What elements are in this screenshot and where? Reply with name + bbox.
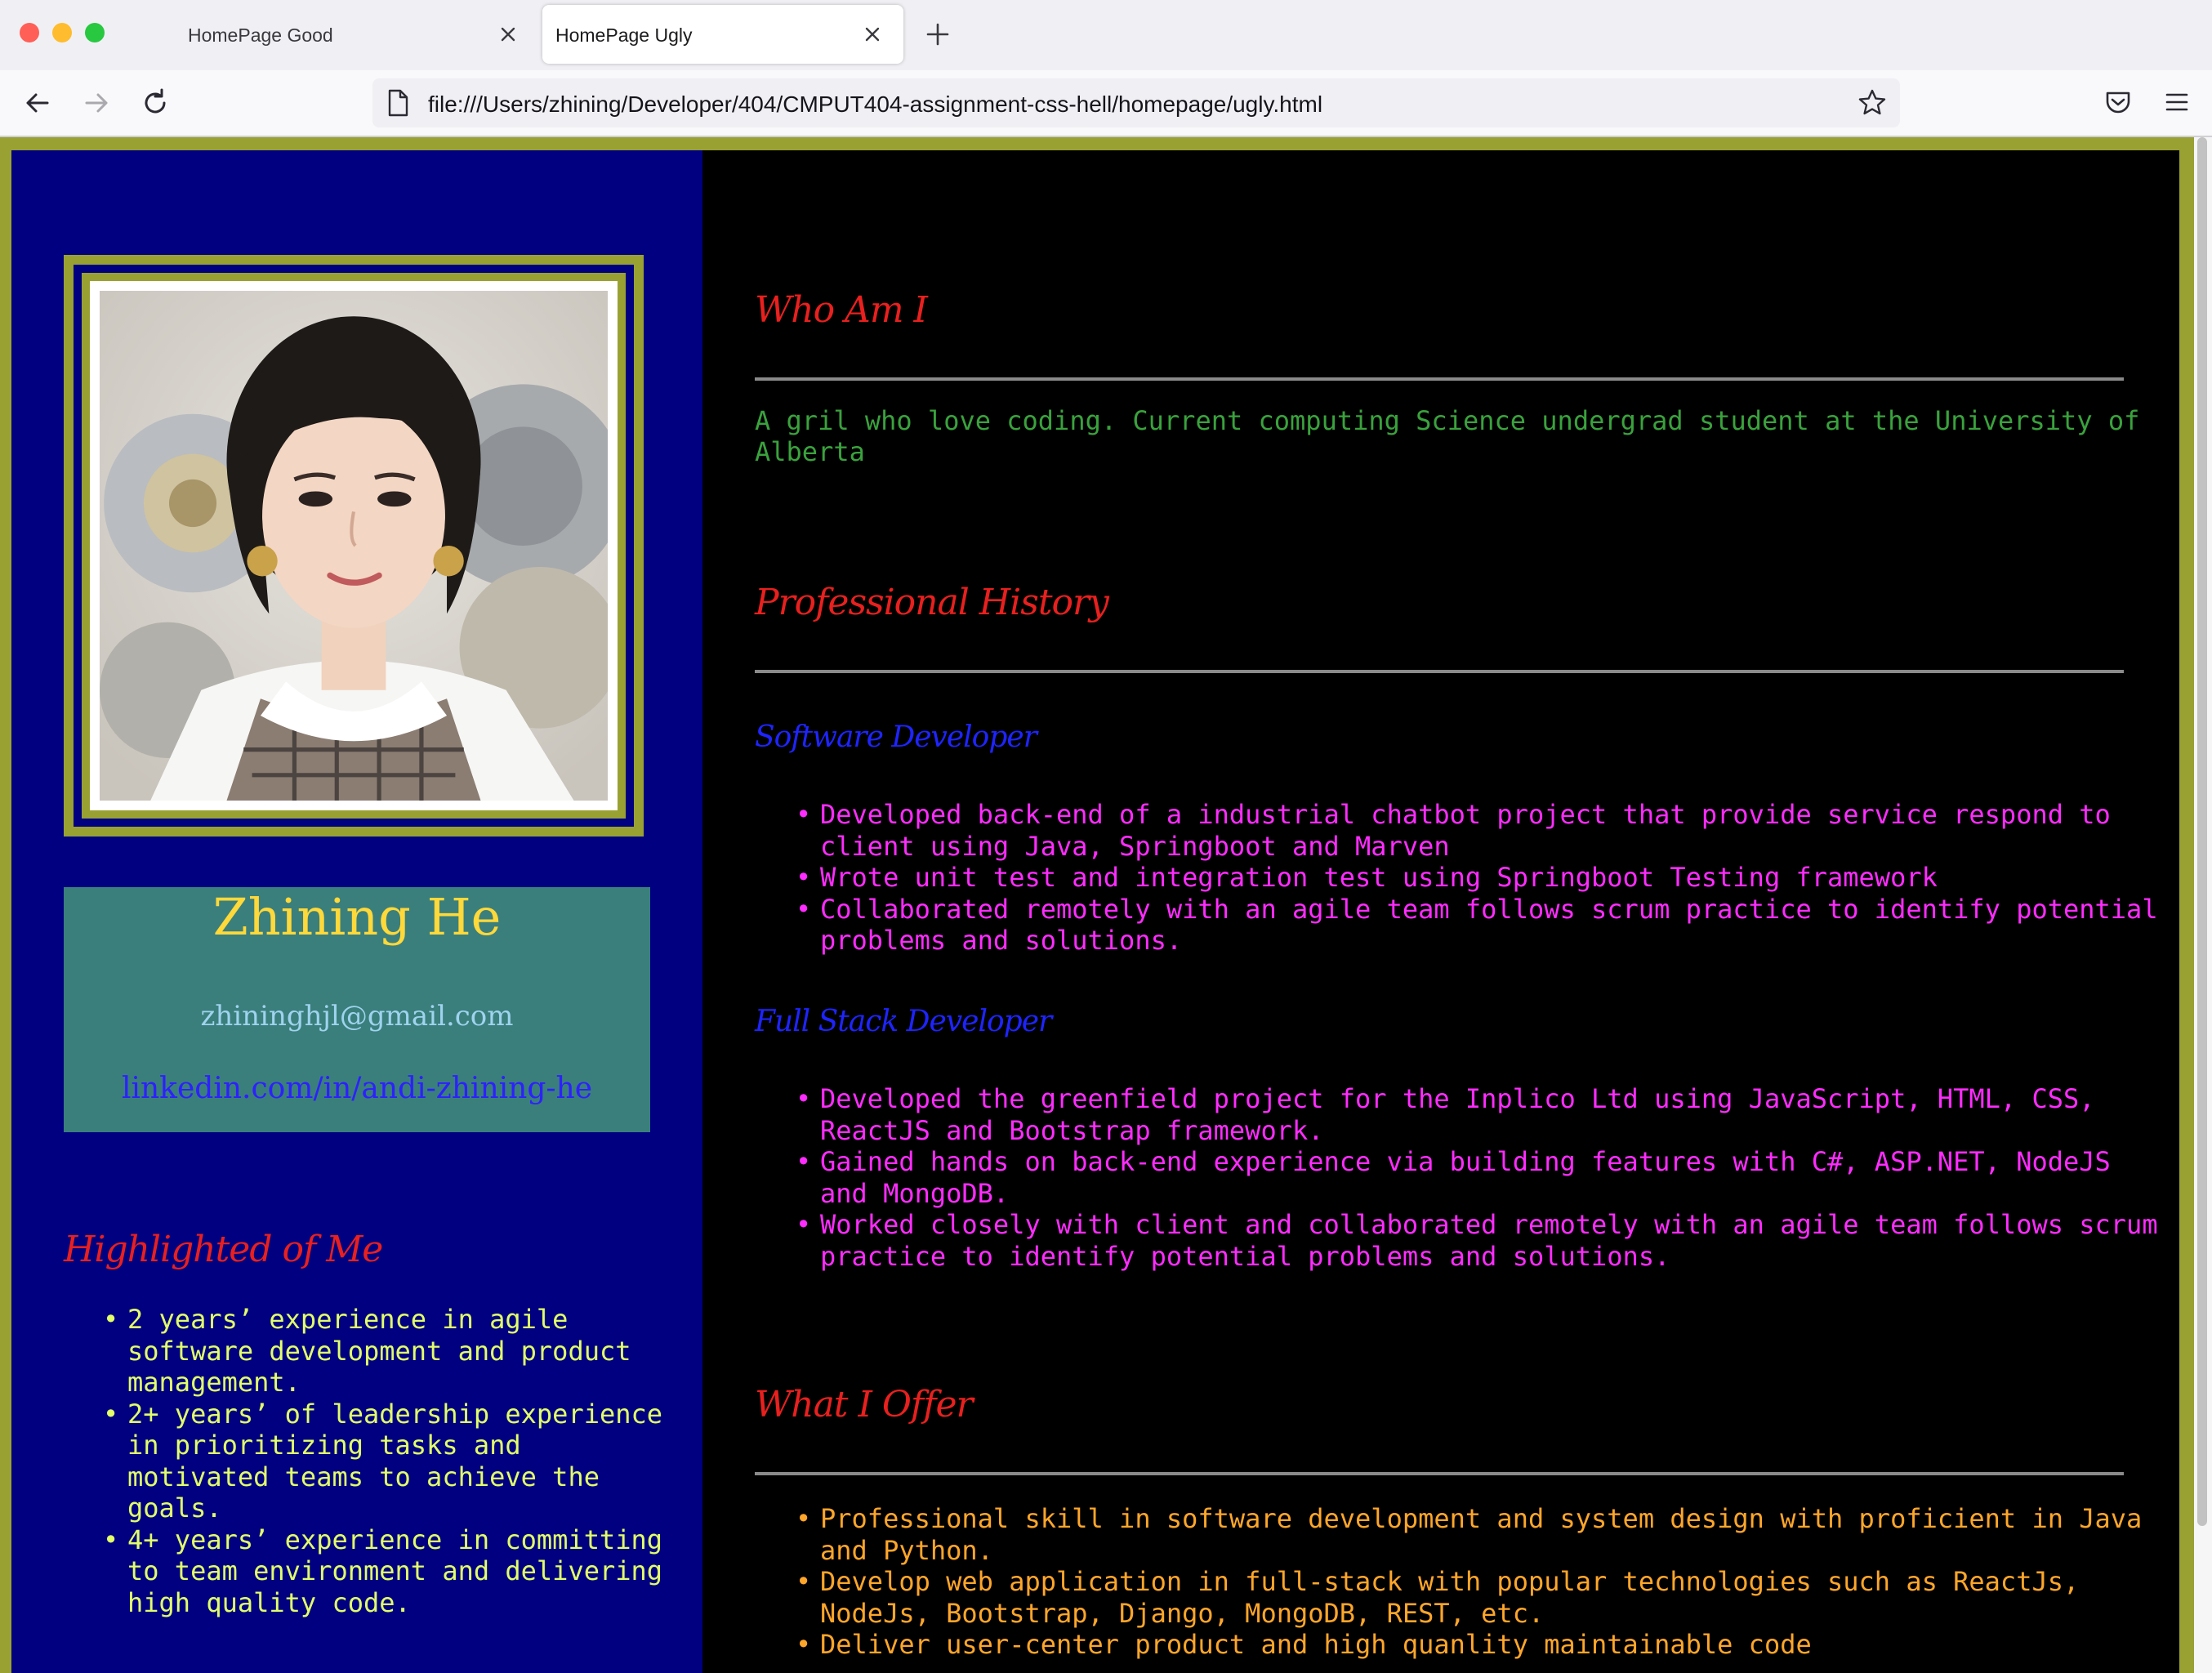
highlights-list: 2 years’ experience in agile software de… bbox=[103, 1304, 667, 1619]
reload-icon[interactable] bbox=[137, 85, 173, 121]
who-am-i-heading: Who Am I bbox=[755, 289, 928, 331]
list-item: Developed the greenfield project for the… bbox=[796, 1083, 2160, 1146]
photo-frame bbox=[64, 255, 644, 836]
highlights-heading: Highlighted of Me bbox=[64, 1229, 383, 1270]
close-icon[interactable] bbox=[858, 20, 887, 49]
list-item: Developed back-end of a industrial chatb… bbox=[796, 799, 2160, 862]
section-divider bbox=[755, 377, 2124, 381]
page-icon bbox=[388, 89, 408, 117]
list-item: Develop web application in full-stack wi… bbox=[796, 1566, 2160, 1629]
plus-icon[interactable] bbox=[921, 18, 954, 51]
list-item: Wrote unit test and integration test usi… bbox=[796, 862, 2160, 894]
portrait-image bbox=[100, 291, 608, 801]
forward-arrow-icon[interactable] bbox=[78, 85, 114, 121]
back-arrow-icon[interactable] bbox=[20, 85, 56, 121]
close-icon[interactable] bbox=[493, 20, 523, 49]
url-text[interactable]: file:///Users/zhining/Developer/404/CMPU… bbox=[428, 91, 1322, 118]
section-divider bbox=[755, 1472, 2124, 1475]
tab-title: HomePage Good bbox=[188, 25, 333, 46]
tab-bar: HomePage Good HomePage Ugly bbox=[0, 0, 2212, 70]
what-i-offer-heading: What I Offer bbox=[755, 1384, 974, 1425]
pocket-icon[interactable] bbox=[2101, 85, 2135, 119]
window-close-button[interactable] bbox=[20, 23, 39, 42]
job-title: Full Stack Developer bbox=[755, 1005, 1052, 1038]
page-viewport: Zhining He zhininghjl@gmail.com linkedin… bbox=[0, 137, 2212, 1673]
job-duties-list: Developed the greenfield project for the… bbox=[796, 1083, 2160, 1272]
sidebar: Zhining He zhininghjl@gmail.com linkedin… bbox=[11, 150, 702, 1673]
navigation-toolbar: file:///Users/zhining/Developer/404/CMPU… bbox=[0, 70, 2212, 136]
email-text: zhininghjl@gmail.com bbox=[200, 1000, 514, 1033]
list-item: Collaborated remotely with an agile team… bbox=[796, 894, 2160, 957]
job-title: Software Developer bbox=[755, 721, 1037, 754]
offer-list: Professional skill in software developme… bbox=[796, 1503, 2160, 1661]
list-item: Deliver user-center product and high qua… bbox=[796, 1629, 2160, 1661]
about-text: A gril who love coding. Current computin… bbox=[755, 405, 2140, 467]
window-minimize-button[interactable] bbox=[52, 23, 72, 42]
list-item: 2 years’ experience in agile software de… bbox=[103, 1304, 667, 1399]
section-divider bbox=[755, 670, 2124, 673]
star-icon[interactable] bbox=[1856, 87, 1889, 119]
scrollbar-thumb[interactable] bbox=[2197, 137, 2207, 1526]
job-duties-list: Developed back-end of a industrial chatb… bbox=[796, 799, 2160, 957]
tab-homepage-ugly[interactable]: HomePage Ugly bbox=[542, 5, 903, 64]
window-zoom-button[interactable] bbox=[85, 23, 105, 42]
list-item: 4+ years’ experience in committing to te… bbox=[103, 1524, 667, 1619]
professional-history-heading: Professional History bbox=[755, 582, 1109, 623]
tab-title: HomePage Ugly bbox=[555, 25, 693, 46]
list-item: 2+ years’ of leadership experience in pr… bbox=[103, 1399, 667, 1524]
url-bar[interactable]: file:///Users/zhining/Developer/404/CMPU… bbox=[372, 78, 1900, 127]
profile-photo bbox=[100, 291, 608, 801]
list-item: Professional skill in software developme… bbox=[796, 1503, 2160, 1566]
main-content: Who Am I A gril who love coding. Current… bbox=[702, 150, 2179, 1673]
contact-card: Zhining He zhininghjl@gmail.com linkedin… bbox=[64, 887, 650, 1132]
linkedin-link[interactable]: linkedin.com/in/andi-zhining-he bbox=[64, 1072, 650, 1105]
tab-homepage-good[interactable]: HomePage Good bbox=[155, 5, 539, 64]
list-item: Worked closely with client and collabora… bbox=[796, 1209, 2160, 1272]
list-item: Gained hands on back-end experience via … bbox=[796, 1146, 2160, 1209]
hamburger-menu-icon[interactable] bbox=[2160, 85, 2194, 119]
profile-name: Zhining He bbox=[212, 887, 502, 947]
